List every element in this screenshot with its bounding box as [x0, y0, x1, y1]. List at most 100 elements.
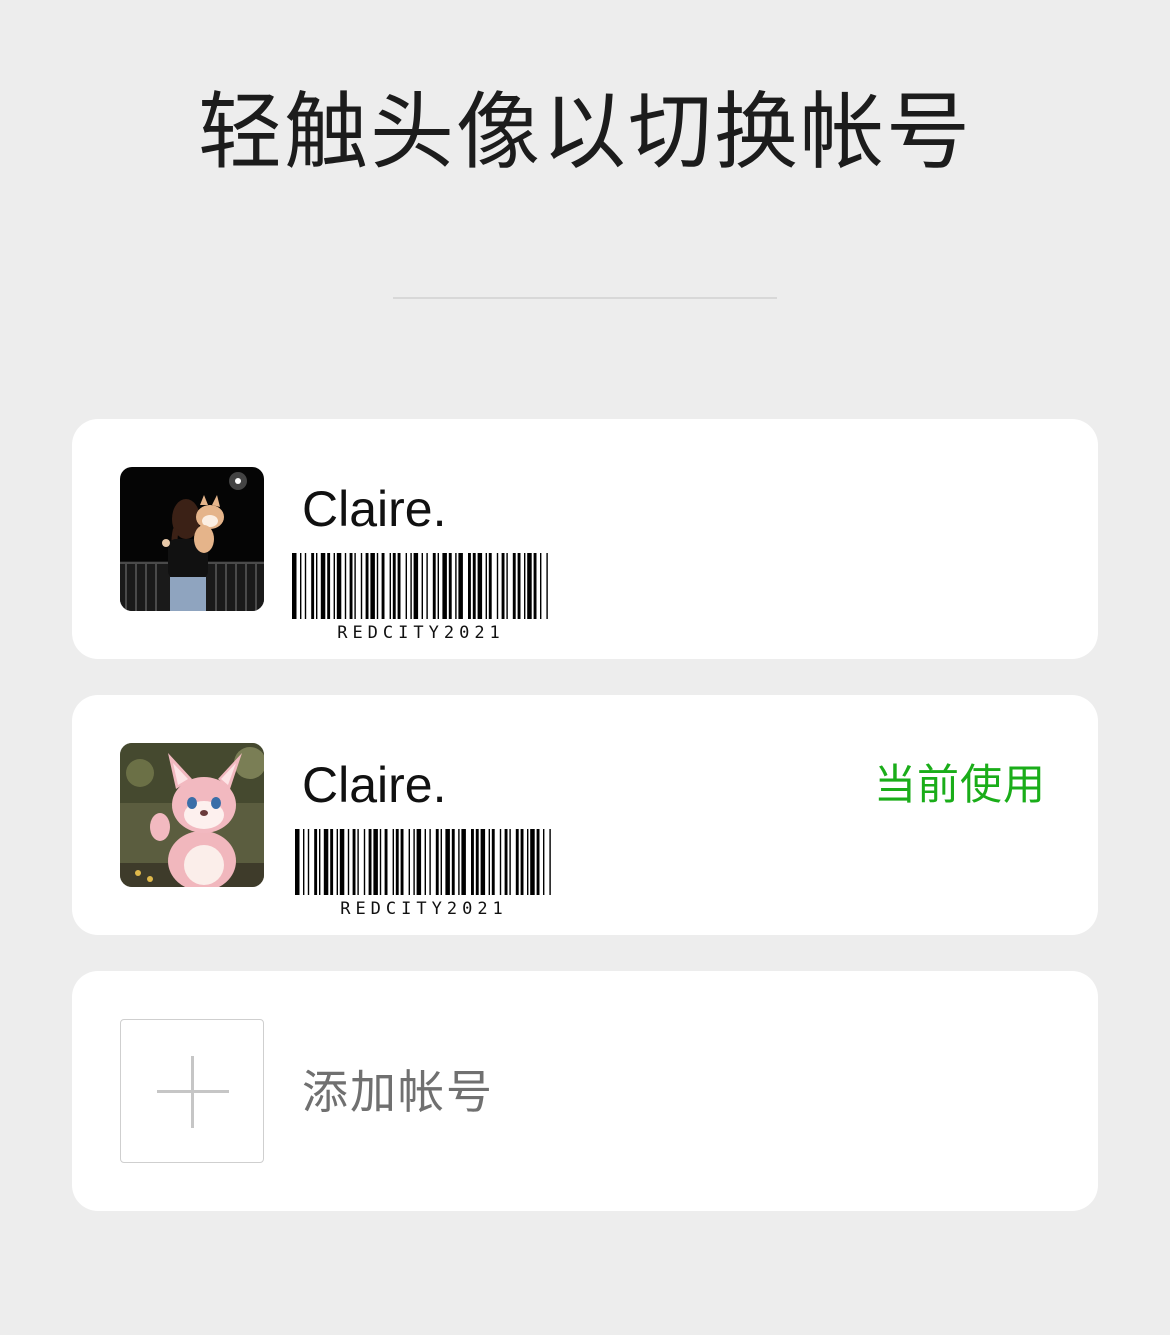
barcode-bar: [485, 553, 487, 619]
barcode-bar: [515, 829, 519, 895]
barcode-bar: [546, 553, 548, 619]
add-account-label: 添加帐号: [302, 1065, 494, 1119]
barcode-bar: [349, 553, 353, 619]
barcode-bar: [432, 553, 436, 619]
barcode-bar: [363, 829, 366, 895]
barcode-bar: [392, 829, 394, 895]
avatar[interactable]: [120, 467, 264, 611]
barcode-bar: [435, 829, 439, 895]
barcode-bar: [330, 829, 334, 895]
barcode-bar: [475, 829, 479, 895]
barcode-bar: [530, 829, 535, 895]
barcode-bar: [303, 829, 305, 895]
divider: [393, 297, 777, 299]
barcode-bar: [512, 553, 516, 619]
barcode-bar: [413, 553, 419, 619]
barcode-bar: [379, 829, 382, 895]
barcode-bar: [370, 553, 375, 619]
barcode-bar: [327, 553, 331, 619]
barcode-bar: [333, 553, 335, 619]
barcode-bar: [381, 553, 385, 619]
barcode-bar: [501, 553, 505, 619]
barcode-bar: [405, 553, 407, 619]
barcode-bar: [373, 829, 378, 895]
add-account-button[interactable]: [120, 1019, 264, 1163]
barcode-bar: [316, 553, 318, 619]
barcode-bar: [445, 829, 450, 895]
barcode-bar: [311, 553, 315, 619]
barcode-bar: [376, 553, 379, 619]
account-card-2[interactable]: Claire. REDCITY2021 当前使用: [72, 695, 1098, 935]
barcode-bar: [527, 829, 529, 895]
barcode-bar: [440, 829, 442, 895]
barcode-bar: [397, 553, 401, 619]
barcode-bar: [323, 829, 329, 895]
barcode-bar: [477, 553, 483, 619]
barcode-bar: [314, 829, 318, 895]
barcode-bar: [307, 829, 310, 895]
account-name: Claire.: [302, 481, 447, 537]
barcode-bar: [524, 553, 526, 619]
barcode-bar: [352, 829, 356, 895]
barcode-bar: [488, 829, 490, 895]
barcode-bar: [357, 829, 359, 895]
barcode-bar: [455, 553, 457, 619]
page-title: 轻触头像以切换帐号: [197, 83, 972, 181]
barcode-bar: [347, 829, 350, 895]
barcode-bar: [509, 829, 511, 895]
barcode-bar: [488, 553, 492, 619]
barcode-bar: [395, 829, 399, 895]
barcode-bar: [300, 553, 302, 619]
barcode-bar: [413, 829, 415, 895]
account-card-1[interactable]: Claire. REDCITY2021: [72, 419, 1098, 659]
barcode-bar: [458, 553, 463, 619]
barcode: REDCITY2021: [290, 553, 552, 643]
barcode-bar: [410, 553, 412, 619]
barcode-bar: [543, 829, 545, 895]
barcode-text: REDCITY2021: [340, 899, 508, 919]
barcode-bar: [416, 829, 422, 895]
barcode-bar: [549, 829, 551, 895]
barcode-bar: [360, 553, 363, 619]
barcode-bar: [506, 553, 508, 619]
barcode-bar: [426, 553, 428, 619]
account-name: Claire.: [302, 757, 447, 813]
barcode-bar: [480, 829, 486, 895]
pink-fox-plush-photo-icon: [120, 743, 264, 887]
barcode-bar: [451, 829, 455, 895]
barcode-bar: [472, 553, 476, 619]
barcode-bar: [468, 553, 471, 619]
barcode-bar: [527, 553, 532, 619]
barcode-bar: [365, 553, 369, 619]
barcode-bar: [424, 829, 426, 895]
barcode-bar: [437, 553, 439, 619]
barcode-bar: [517, 553, 521, 619]
current-account-badge: 当前使用: [873, 760, 1046, 809]
barcode-bar: [458, 829, 460, 895]
barcode-bar: [504, 829, 508, 895]
barcode-bar: [304, 553, 307, 619]
avatar[interactable]: [120, 743, 264, 887]
add-account-card[interactable]: 添加帐号: [72, 971, 1098, 1211]
barcode: REDCITY2021: [293, 829, 555, 919]
barcode-bar: [448, 553, 452, 619]
barcode-bar: [344, 553, 347, 619]
barcode-bar: [339, 829, 345, 895]
girl-with-dog-photo-icon: [120, 467, 264, 611]
barcode-bar: [496, 553, 499, 619]
barcode-bar: [408, 829, 410, 895]
barcode-bar: [368, 829, 372, 895]
barcode-bar: [354, 553, 356, 619]
barcode-bar: [384, 829, 388, 895]
barcode-bar: [400, 829, 404, 895]
barcode-text: REDCITY2021: [337, 623, 505, 643]
barcode-bar: [461, 829, 466, 895]
barcode-bar: [392, 553, 396, 619]
barcode-bar: [442, 553, 447, 619]
barcode-bar: [336, 829, 338, 895]
barcode-bar: [499, 829, 502, 895]
barcode-bar: [533, 553, 537, 619]
barcode-bar: [389, 553, 391, 619]
barcode-bar: [319, 829, 321, 895]
barcode-bar: [292, 553, 297, 619]
